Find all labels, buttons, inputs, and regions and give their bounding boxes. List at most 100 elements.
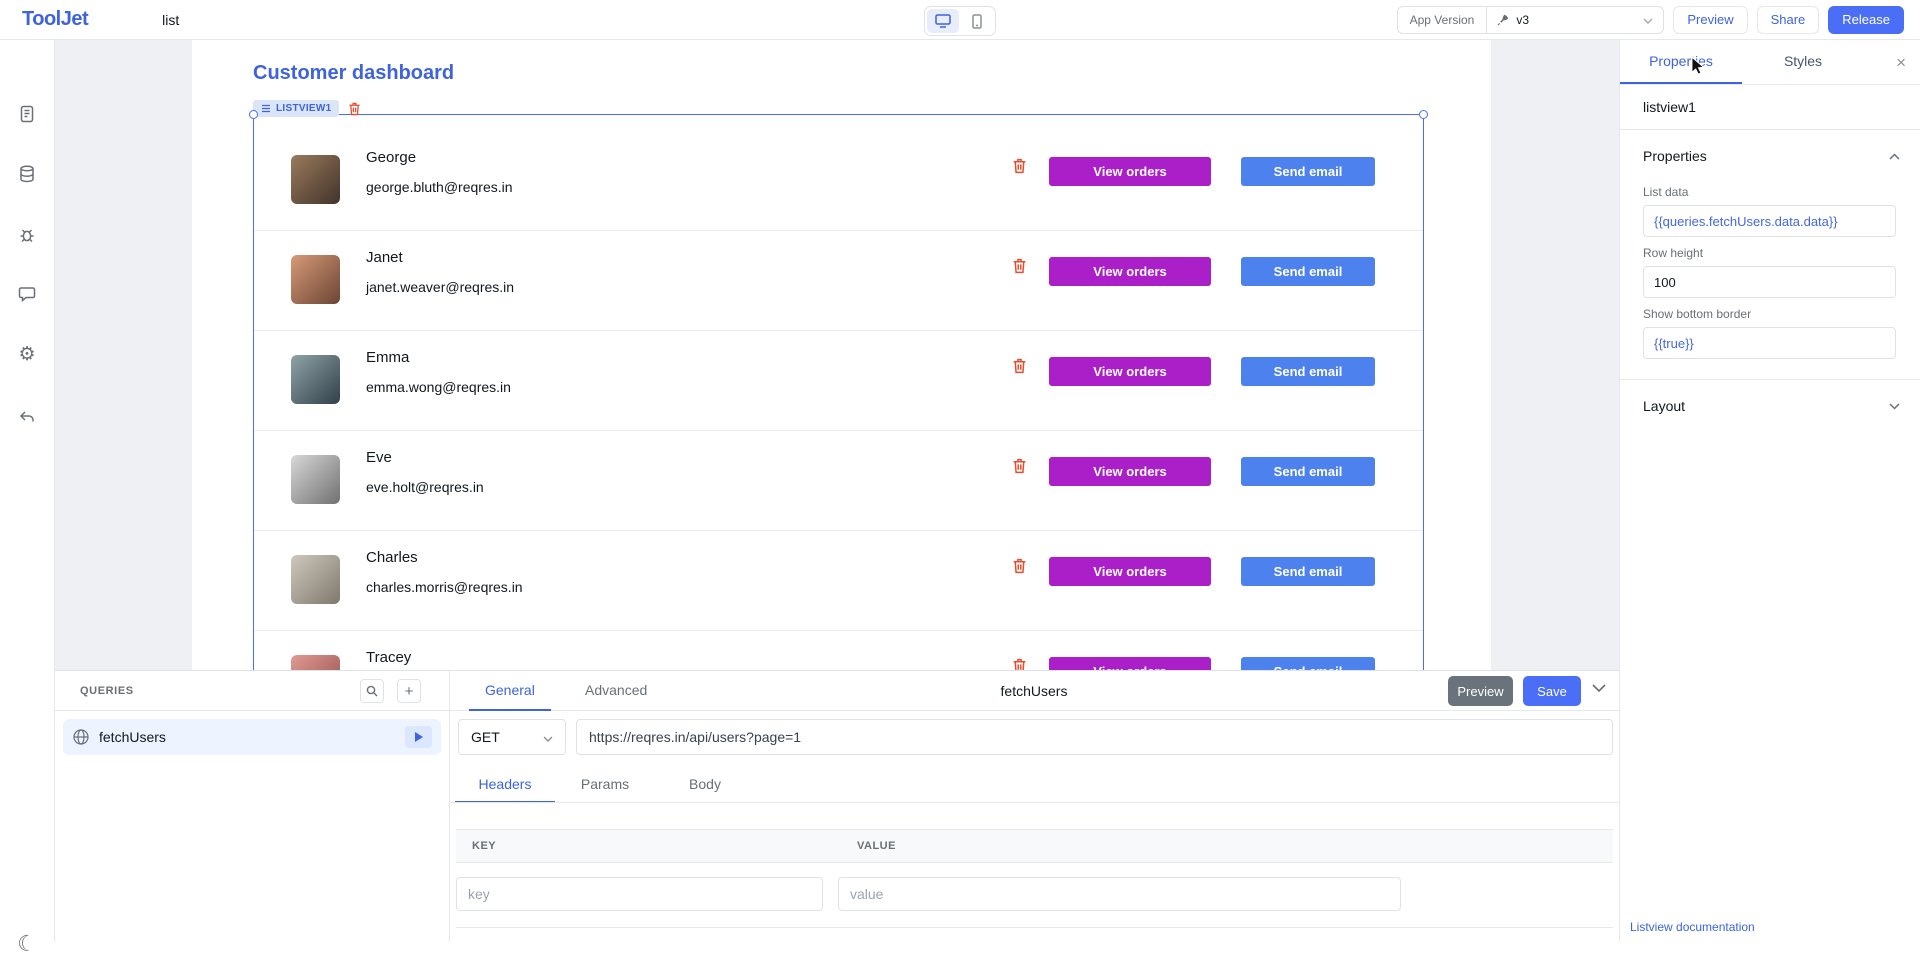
collapse-panel-icon[interactable] [1592,680,1606,698]
delete-row-icon[interactable] [1012,458,1027,479]
sidebar-icon-settings[interactable]: ⚙ [9,336,45,372]
header-key-input[interactable] [456,877,823,911]
customer-name[interactable]: Emma [366,349,409,366]
query-save-button[interactable]: Save [1523,676,1581,706]
query-panel-topbar: QUERIES + General Advanced fetchUsers Pr… [55,671,1619,711]
release-button[interactable]: Release [1828,6,1904,34]
undo-arrow-icon [17,407,37,427]
avatar[interactable] [291,455,340,504]
queries-heading: QUERIES [80,671,134,711]
sidebar-icon-pages[interactable] [9,96,45,132]
tooljet-logo[interactable]: ToolJet [22,8,88,31]
customer-name[interactable]: George [366,149,416,166]
send-email-button[interactable]: Send email [1241,557,1375,586]
delete-row-icon[interactable] [1012,558,1027,579]
run-query-button[interactable] [405,726,432,748]
share-button[interactable]: Share [1757,6,1820,34]
delete-row-icon[interactable] [1012,158,1027,179]
customer-name[interactable]: Tracey [366,649,411,666]
headers-table-header: KEY VALUE [456,829,1613,863]
dashboard-title-widget[interactable]: Customer dashboard [253,62,454,85]
header-actions: App Version v3 Preview Share Release [1397,6,1904,34]
app-name[interactable]: list [162,12,179,28]
gear-icon: ⚙ [18,345,35,364]
header-value-input[interactable] [838,877,1401,911]
listview-documentation-link[interactable]: Listview documentation [1630,920,1755,934]
properties-panel: Properties Styles × listview1 Properties… [1619,40,1920,942]
delete-widget-icon[interactable] [348,102,361,116]
desktop-toggle-button[interactable] [927,9,959,33]
sidebar-icon-undo[interactable] [9,399,45,435]
resize-handle-top-right[interactable] [1419,110,1428,119]
close-panel-icon[interactable]: × [1896,54,1906,71]
properties-section-header[interactable]: Properties [1620,130,1920,176]
avatar[interactable] [291,155,340,204]
chat-icon [17,284,37,304]
tab-params[interactable]: Params [555,767,655,803]
field-label-row-height: Row height [1643,246,1920,260]
table-bottom-divider [456,927,1613,928]
view-orders-button[interactable]: View orders [1049,457,1211,486]
view-orders-button[interactable]: View orders [1049,357,1211,386]
send-email-button[interactable]: Send email [1241,457,1375,486]
customer-email[interactable]: eve.holt@reqres.in [366,479,484,495]
customer-email[interactable]: janet.weaver@reqres.in [366,279,514,295]
chevron-down-icon [1889,403,1900,410]
customer-email[interactable]: george.bluth@reqres.in [366,179,513,195]
tab-styles[interactable]: Styles [1742,40,1864,84]
add-query-button[interactable]: + [397,679,421,703]
sidebar-icon-debugger[interactable] [9,216,45,252]
send-email-button[interactable]: Send email [1241,257,1375,286]
list-item[interactable]: Janet janet.weaver@reqres.in View orders… [254,231,1423,331]
chevron-down-icon [543,729,553,745]
list-item[interactable]: Charles charles.morris@reqres.in View or… [254,531,1423,631]
query-search-button[interactable] [360,679,384,703]
resize-handle-top-left[interactable] [249,110,258,119]
version-value: v3 [1516,13,1529,27]
layout-section-header[interactable]: Layout [1620,379,1920,426]
query-list-item-fetchusers[interactable]: fetchUsers [63,719,441,755]
customer-name[interactable]: Charles [366,549,418,566]
mobile-toggle-button[interactable] [961,9,993,33]
preview-button[interactable]: Preview [1673,6,1747,34]
bug-icon [17,224,37,244]
http-method-select[interactable]: GET [458,719,566,755]
list-item[interactable]: Emma emma.wong@reqres.in View orders Sen… [254,331,1423,431]
avatar[interactable] [291,255,340,304]
app-version-label: App Version [1398,7,1488,33]
value-column-header: VALUE [857,830,896,862]
layout-section-title: Layout [1643,398,1685,414]
avatar[interactable] [291,355,340,404]
customer-name[interactable]: Eve [366,449,392,466]
delete-row-icon[interactable] [1012,358,1027,379]
tab-advanced[interactable]: Advanced [569,671,663,711]
desktop-icon [935,14,951,28]
editor-left-sidebar: ⚙ ☾ [0,40,55,942]
version-dropdown[interactable]: v3 [1487,7,1663,33]
tab-headers[interactable]: Headers [455,767,555,803]
list-data-input[interactable]: {{queries.fetchUsers.data.data}} [1643,205,1896,237]
customer-name[interactable]: Janet [366,249,403,266]
delete-row-icon[interactable] [1012,258,1027,279]
show-bottom-border-input[interactable]: {{true}} [1643,327,1896,359]
avatar[interactable] [291,555,340,604]
url-input[interactable] [576,719,1613,755]
sidebar-icon-datasources[interactable] [9,156,45,192]
list-item[interactable]: Eve eve.holt@reqres.in View orders Send … [254,431,1423,531]
customer-email[interactable]: charles.morris@reqres.in [366,579,523,595]
send-email-button[interactable]: Send email [1241,157,1375,186]
view-orders-button[interactable]: View orders [1049,557,1211,586]
row-height-input[interactable]: 100 [1643,266,1896,298]
list-item[interactable]: George george.bluth@reqres.in View order… [254,131,1423,231]
view-orders-button[interactable]: View orders [1049,257,1211,286]
listview-badge[interactable]: LISTVIEW1 [253,100,339,117]
dark-mode-toggle[interactable]: ☾ [9,927,45,963]
view-orders-button[interactable]: View orders [1049,157,1211,186]
customer-email[interactable]: emma.wong@reqres.in [366,379,511,395]
send-email-button[interactable]: Send email [1241,357,1375,386]
tab-properties[interactable]: Properties [1620,40,1742,84]
sidebar-icon-comments[interactable] [9,276,45,312]
query-preview-button[interactable]: Preview [1448,676,1513,706]
tab-general[interactable]: General [469,671,551,711]
tab-body[interactable]: Body [655,767,755,803]
